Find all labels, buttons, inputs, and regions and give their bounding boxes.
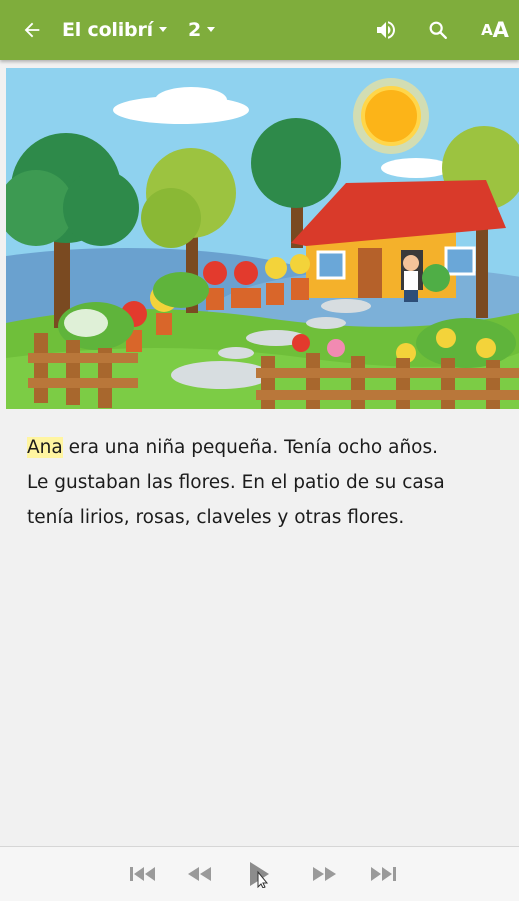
skip-to-end-button[interactable] bbox=[366, 847, 400, 901]
dropdown-caret-icon bbox=[207, 26, 216, 32]
play-icon bbox=[250, 862, 269, 888]
search-button[interactable] bbox=[424, 0, 452, 60]
search-icon bbox=[429, 21, 447, 39]
rewind-icon bbox=[188, 867, 211, 881]
skip-to-start-icon bbox=[130, 867, 155, 881]
skip-to-end-icon bbox=[371, 867, 396, 881]
highlighted-word[interactable]: Ana bbox=[27, 437, 63, 458]
book-title-dropdown[interactable]: El colibrí bbox=[62, 0, 167, 60]
dropdown-caret-icon bbox=[158, 26, 167, 32]
playback-controls bbox=[0, 846, 519, 901]
story-line-1: Ana era una niña pequeña. Tenía ocho año… bbox=[27, 430, 497, 465]
story-line-3[interactable]: tenía lirios, rosas, claveles y otras fl… bbox=[27, 500, 497, 535]
fast-forward-button[interactable] bbox=[308, 847, 342, 901]
font-size-small-letter: A bbox=[481, 21, 493, 39]
story-text: Ana era una niña pequeña. Tenía ocho año… bbox=[27, 430, 497, 535]
page-number: 2 bbox=[188, 19, 202, 41]
skip-to-start-button[interactable] bbox=[126, 847, 160, 901]
fast-forward-icon bbox=[313, 867, 336, 881]
story-illustration bbox=[6, 68, 519, 409]
story-line-1-rest[interactable]: era una niña pequeña. Tenía ocho años. bbox=[63, 437, 438, 458]
rewind-button[interactable] bbox=[182, 847, 216, 901]
story-line-2[interactable]: Le gustaban las flores. En el patio de s… bbox=[27, 465, 497, 500]
top-app-bar: El colibrí 2 AA bbox=[0, 0, 519, 60]
page-number-dropdown[interactable]: 2 bbox=[188, 0, 216, 60]
back-button[interactable] bbox=[18, 0, 46, 60]
audio-button[interactable] bbox=[372, 0, 400, 60]
font-size-large-letter: A bbox=[492, 18, 509, 42]
play-button[interactable] bbox=[242, 847, 276, 901]
speaker-icon bbox=[377, 21, 395, 39]
font-size-button[interactable]: AA bbox=[478, 0, 512, 60]
book-title: El colibrí bbox=[62, 19, 153, 41]
arrow-left-icon bbox=[24, 22, 40, 38]
